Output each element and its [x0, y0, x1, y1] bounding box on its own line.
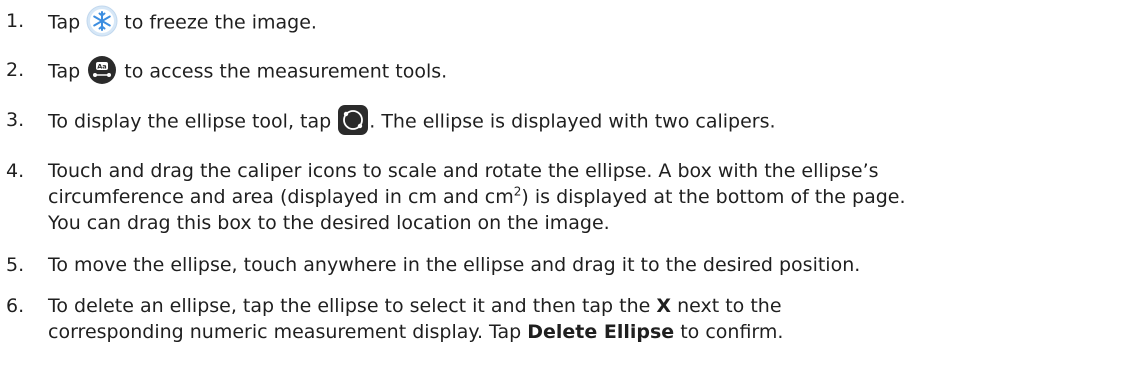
step-text-part: Tap — [48, 60, 87, 83]
step-text-part: ) is displayed at the bottom of the page… — [521, 186, 906, 208]
bold-text: X — [656, 295, 672, 317]
step-number: 3. — [6, 109, 25, 131]
step-text: You can drag this box to the desired loc… — [48, 211, 610, 236]
step-text: Tap Aa to access the measurement tools. — [48, 56, 448, 86]
step-text: To move the ellipse, touch anywhere in t… — [48, 253, 860, 278]
step-text-part: to freeze the image. — [118, 11, 317, 34]
step-number: 4. — [6, 160, 25, 182]
step-text-part: Tap — [48, 11, 87, 34]
step-text-line: You can drag this box to the desired loc… — [48, 212, 610, 234]
step-text: Tap to freeze the image. — [48, 5, 317, 37]
step-text-part: circumference and area (displayed in cm … — [48, 186, 514, 208]
step-number: 1. — [6, 10, 25, 32]
step-text: Touch and drag the caliper icons to scal… — [48, 159, 879, 184]
step-text: To delete an ellipse, tap the ellipse to… — [48, 294, 782, 319]
step-text-part: . The ellipse is displayed with two cali… — [369, 110, 776, 133]
snowflake-icon — [86, 5, 118, 37]
step-text-part: To display the ellipse tool, tap — [48, 110, 338, 133]
bold-text: Delete Ellipse — [527, 321, 675, 343]
measurement-tools-icon: Aa — [86, 54, 118, 86]
instruction-list: 1. Tap to freeze the image. 2. Tap Aa to… — [0, 0, 1123, 377]
step-text-part: next to the — [671, 295, 782, 317]
step-number: 5. — [6, 254, 25, 276]
aa-label: Aa — [98, 63, 107, 71]
step-text-part: to access the measurement tools. — [118, 60, 448, 83]
step-text: To display the ellipse tool, tap . The e… — [48, 105, 776, 136]
step-text: corresponding numeric measurement displa… — [48, 320, 783, 345]
step-text-part: To delete an ellipse, tap the ellipse to… — [48, 295, 657, 317]
step-text: circumference and area (displayed in cm … — [48, 185, 906, 210]
step-number: 2. — [6, 59, 25, 81]
step-text-line: Touch and drag the caliper icons to scal… — [48, 160, 879, 182]
step-text-part: corresponding numeric measurement displa… — [48, 321, 528, 343]
step-text-line: To move the ellipse, touch anywhere in t… — [48, 254, 861, 276]
step-text-part: to confirm. — [674, 321, 784, 343]
ellipse-tool-icon — [337, 104, 369, 136]
step-number: 6. — [6, 295, 25, 317]
